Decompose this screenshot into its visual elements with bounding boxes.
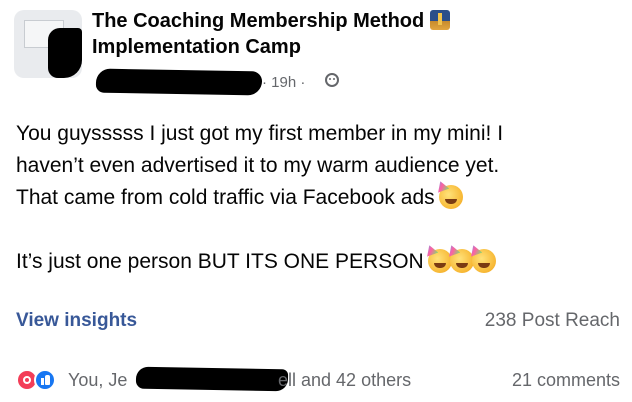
- reaction-icons[interactable]: [16, 369, 60, 391]
- post-text-segment: It’s just one person BUT ITS ONE PERSON: [16, 250, 424, 273]
- post-timestamp[interactable]: · 19h ·: [262, 74, 305, 91]
- insights-row: View insights 238 Post Reach: [0, 306, 632, 336]
- partying-face-emoji: [449, 249, 474, 273]
- reactions-row: You, Je ell and 42 others 21 comments: [0, 366, 632, 394]
- group-audience-icon[interactable]: [325, 73, 339, 87]
- avatar-redaction: [48, 28, 82, 78]
- partying-face-emoji: [438, 185, 463, 209]
- post-text-line: That came from cold traffic via Facebook…: [16, 182, 616, 214]
- group-title-line-1[interactable]: The Coaching Membership Method: [92, 10, 424, 32]
- post-text-segment: That came from cold traffic via Facebook…: [16, 186, 435, 209]
- author-name-redaction: [95, 68, 263, 96]
- facebook-group-post: The Coaching Membership Method Implement…: [0, 0, 632, 402]
- reactors-name-redaction: [135, 366, 289, 392]
- group-title-line-2[interactable]: Implementation Camp: [92, 34, 522, 60]
- reactors-suffix[interactable]: ell and 42 others: [278, 370, 411, 391]
- partying-face-emoji: [427, 249, 452, 273]
- view-insights-link[interactable]: View insights: [16, 310, 137, 332]
- reactors-prefix[interactable]: You, Je: [68, 370, 127, 391]
- post-reach-count: 238 Post Reach: [484, 310, 620, 331]
- post-text-line: haven’t even advertised it to my warm au…: [16, 154, 500, 177]
- group-title[interactable]: The Coaching Membership Method Implement…: [92, 8, 522, 60]
- post-text-line: You guysssss I just got my first member …: [16, 122, 504, 145]
- group-cover-icon: [430, 10, 451, 30]
- group-avatar[interactable]: [14, 10, 82, 78]
- like-reaction-icon: [34, 369, 56, 391]
- post-body: You guysssss I just got my first member …: [16, 118, 616, 278]
- comments-count-link[interactable]: 21 comments: [512, 370, 620, 391]
- post-text-line: It’s just one person BUT ITS ONE PERSON: [16, 246, 616, 278]
- partying-face-emoji: [471, 249, 496, 273]
